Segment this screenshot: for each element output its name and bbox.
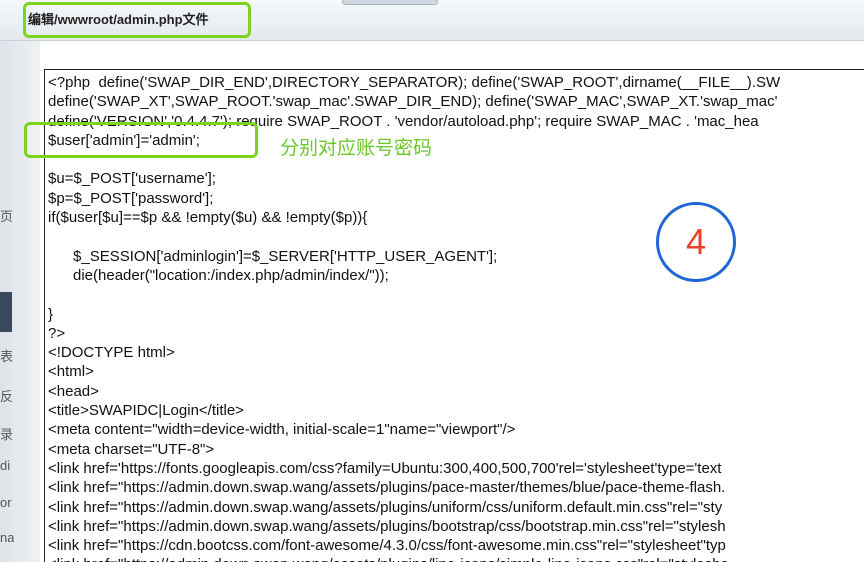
background-fragment: 表 xyxy=(0,349,14,364)
title-highlight-box xyxy=(23,2,251,38)
background-page-strip: 页 表 反 录 di or na nc xyxy=(0,40,40,562)
code-line: $p=$_POST['password']; xyxy=(48,189,214,207)
code-line: } xyxy=(48,305,54,323)
code-line: <link href="https://cdn.bootcss.com/font… xyxy=(48,537,726,555)
screenshot-page: 页 表 反 录 di or na nc 编辑/wwwroot/admin.php… xyxy=(0,0,864,562)
code-line: <title>SWAPIDC|Login</title> xyxy=(48,402,244,420)
background-fragment: na xyxy=(0,530,14,545)
step-number: 4 xyxy=(685,221,707,262)
code-line: $u=$_POST['username']; xyxy=(48,170,216,188)
code-line: <link href='https://fonts.googleapis.com… xyxy=(48,459,722,477)
step-number-circle: 4 xyxy=(656,202,736,282)
code-line: <meta charset="UTF-8"> xyxy=(48,440,215,458)
code-line: <?php define('SWAP_DIR_END',DIRECTORY_SE… xyxy=(48,74,781,91)
code-line: define('SWAP_XT',SWAP_ROOT.'swap_mac'.SW… xyxy=(48,93,778,111)
code-line: <link href="https://admin.down.swap.wang… xyxy=(48,555,780,562)
code-line: <meta content="width=device-width, initi… xyxy=(48,421,516,439)
code-line: <!DOCTYPE html> xyxy=(48,344,175,362)
background-dark-block xyxy=(0,292,12,332)
background-fragment: 页 xyxy=(0,209,14,224)
background-fragment: 录 xyxy=(0,427,14,442)
code-line: ?> xyxy=(48,324,66,342)
code-line: <head> xyxy=(48,382,99,400)
code-line: <html> xyxy=(48,363,94,381)
background-fragment: 反 xyxy=(0,389,14,404)
code-line: <link href="https://admin.down.swap.wang… xyxy=(48,517,726,535)
annotation-note: 分别对应账号密码 xyxy=(280,138,433,159)
code-line: <link href="https://admin.down.swap.wang… xyxy=(48,498,723,516)
background-fragment: di xyxy=(0,458,11,473)
credentials-highlight-box xyxy=(24,122,258,158)
top-tab-stub xyxy=(342,0,438,5)
background-fragment: or xyxy=(0,495,12,510)
code-line: <link href="https://admin.down.swap.wang… xyxy=(48,479,726,497)
